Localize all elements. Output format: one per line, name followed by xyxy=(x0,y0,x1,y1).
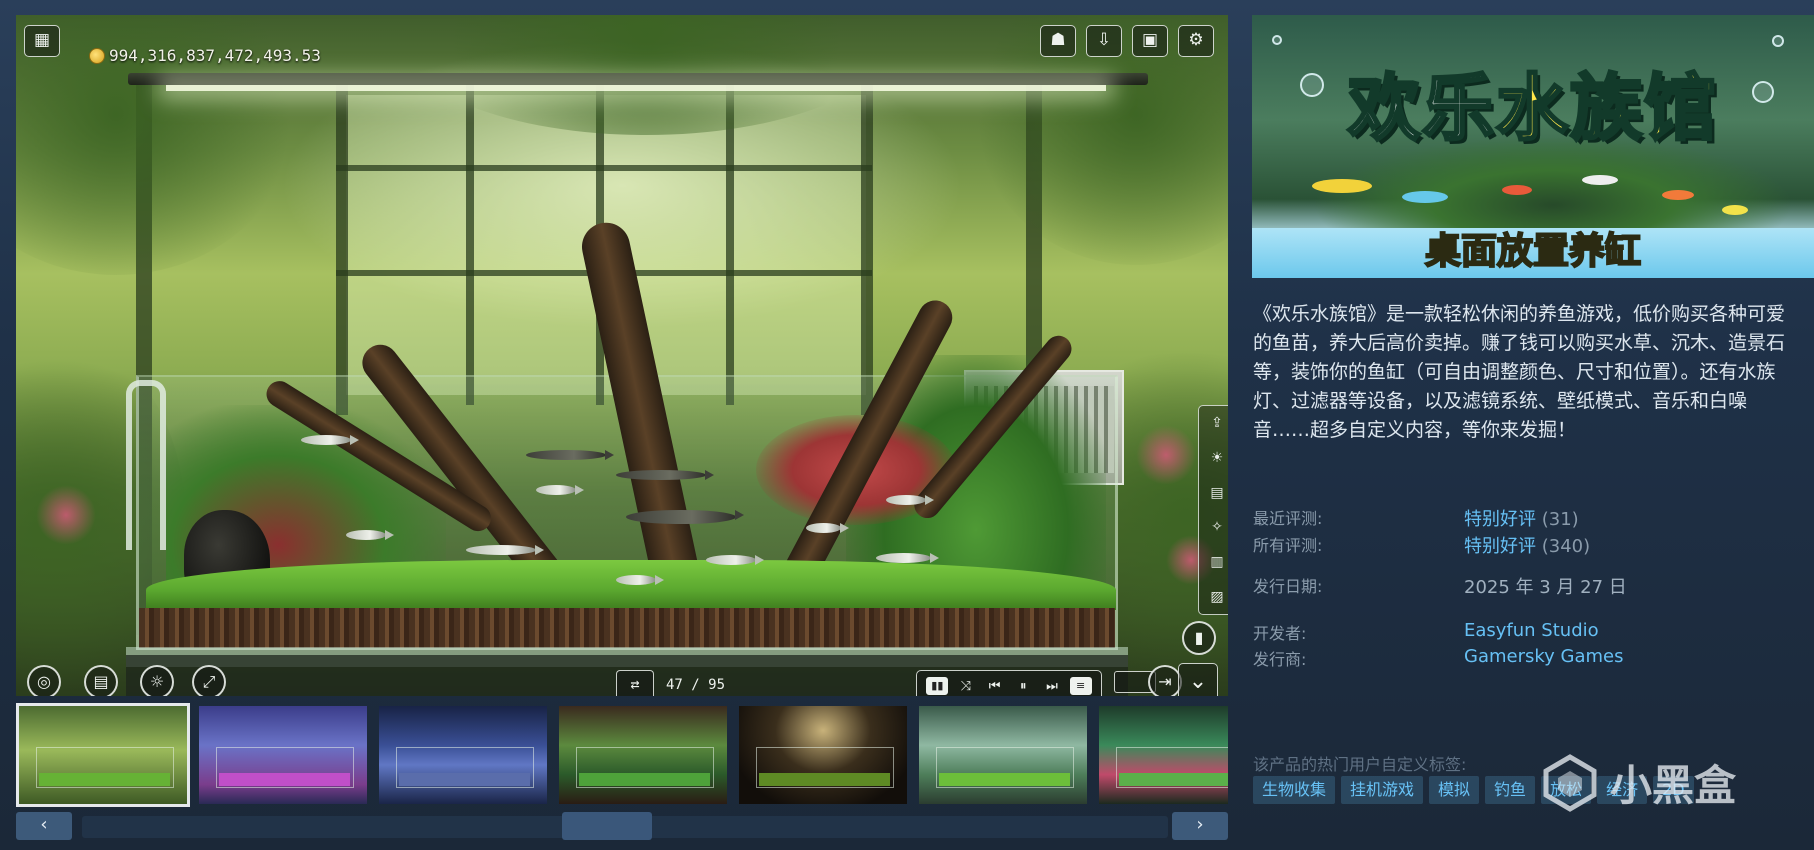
thumbnail[interactable] xyxy=(556,703,730,807)
tag[interactable]: 钓鱼 xyxy=(1485,776,1536,804)
sun-icon[interactable]: ☀ xyxy=(1207,449,1227,467)
flower xyxy=(36,485,96,545)
fish xyxy=(466,545,544,555)
publisher-link[interactable]: Gamersky Games xyxy=(1464,646,1624,667)
tank-counter-value: 47 / 95 xyxy=(666,677,726,693)
fish xyxy=(706,555,764,565)
watermark-logo-icon xyxy=(1543,753,1597,812)
previous-icon[interactable]: ⏮ xyxy=(984,679,1006,694)
fish xyxy=(886,495,934,505)
bubble xyxy=(1772,35,1784,47)
film-icon[interactable]: ▣ xyxy=(1132,25,1168,57)
capsule-fish xyxy=(1582,175,1618,185)
aquarium-lamp xyxy=(128,73,1148,85)
wallpaper-icon[interactable]: ▨ xyxy=(1207,588,1227,606)
thumbnail[interactable] xyxy=(916,703,1090,807)
thumbnail[interactable] xyxy=(16,703,190,807)
fullscreen-icon[interactable]: ⤢ xyxy=(192,665,226,696)
playlist-icon[interactable]: ≡ xyxy=(1069,677,1092,695)
release-date-value: 2025 年 3 月 27 日 xyxy=(1464,577,1627,598)
thumbnail[interactable] xyxy=(376,703,550,807)
tag[interactable]: 生物收集 xyxy=(1253,776,1336,804)
chevron-right-icon[interactable]: › xyxy=(1172,812,1228,840)
water-pipe xyxy=(126,380,166,550)
media-viewer[interactable]: ▦ 994,316,837,472,493.53 ☗ ⇩ ▣ ⚙ ⇪ ☀ ▤ ✧… xyxy=(16,15,1228,696)
thumbnail[interactable] xyxy=(1096,703,1228,807)
shutter-icon[interactable]: ◎ xyxy=(27,665,61,696)
capsule-subtitle: 桌面放置养缸 xyxy=(1424,230,1642,273)
developer-link[interactable]: Easyfun Studio xyxy=(1464,620,1599,641)
window-icon[interactable]: ▥ xyxy=(1207,553,1227,571)
chevron-left-icon[interactable]: ‹ xyxy=(16,812,72,840)
capsule-fish xyxy=(1312,179,1372,193)
tag[interactable]: 挂机游戏 xyxy=(1341,776,1424,804)
fish xyxy=(536,485,584,495)
aquarium-icon[interactable]: ▤ xyxy=(84,665,118,696)
substrate xyxy=(139,608,1115,648)
lamp-glow xyxy=(166,85,1106,91)
pause-icon[interactable]: ⏸ xyxy=(1012,679,1034,694)
thumbnail-strip xyxy=(16,703,1228,807)
publisher-label: 发行商: xyxy=(1253,650,1307,669)
upload-icon[interactable]: ⇪ xyxy=(1207,414,1227,432)
thumbnail[interactable] xyxy=(736,703,910,807)
exit-icon[interactable]: ⇥ xyxy=(1148,665,1182,696)
lightbulb-icon[interactable]: ☼ xyxy=(140,665,174,696)
bubble xyxy=(1272,35,1282,45)
music-player: ▮▮ ⤨ ⏮ ⏸ ⏭ ≡ xyxy=(916,670,1102,696)
watermark-text: 小黑盒 xyxy=(1610,761,1737,810)
capsule-fish xyxy=(1722,205,1748,215)
flower xyxy=(1136,425,1196,485)
coin-balance: 994,316,837,472,493.53 xyxy=(89,46,321,65)
coin-balance-value: 994,316,837,472,493.53 xyxy=(109,46,321,65)
all-reviews-value[interactable]: 特别好评 (340) xyxy=(1464,532,1590,558)
capsule-fish xyxy=(1662,190,1694,200)
next-icon[interactable]: ⏭ xyxy=(1041,679,1063,694)
sparkle-icon[interactable]: ✧ xyxy=(1207,518,1227,536)
side-toolbar: ⇪ ☀ ▤ ✧ ▥ ▨ xyxy=(1198,405,1228,615)
gamepad-icon[interactable]: ☗ xyxy=(1040,25,1076,57)
fish xyxy=(626,510,744,524)
fish xyxy=(806,523,849,533)
all-reviews-label: 所有评测: xyxy=(1253,536,1323,555)
coin-icon xyxy=(89,47,105,64)
game-capsule-image: 欢乐水族馆 桌面放置养缸 xyxy=(1252,15,1814,278)
fish xyxy=(616,470,714,480)
equalizer-icon[interactable]: ▮▮ xyxy=(926,677,949,695)
game-description: 《欢乐水族馆》是一款轻松休闲的养鱼游戏，低价购买各种可爱的鱼苗，养大后高价卖掉。… xyxy=(1253,303,1786,441)
tag[interactable]: 模拟 xyxy=(1429,776,1480,804)
window-frame xyxy=(336,75,348,415)
window-frame xyxy=(336,165,872,171)
switch-tank-icon[interactable]: ⇄ xyxy=(616,670,654,696)
fish xyxy=(616,575,664,585)
gallery-icon[interactable]: ▦ xyxy=(24,25,60,57)
carpet-grass xyxy=(146,560,1116,610)
fish xyxy=(346,530,394,540)
capsule-fish xyxy=(1502,185,1532,195)
download-icon[interactable]: ⇩ xyxy=(1086,25,1122,57)
watermark: 小黑盒 xyxy=(1540,752,1736,813)
capsule-title: 欢乐水族馆 xyxy=(1346,65,1719,152)
thumbnail[interactable] xyxy=(196,703,370,807)
scroll-thumb[interactable] xyxy=(562,812,652,840)
capsule-fish xyxy=(1402,191,1448,203)
recent-reviews-value[interactable]: 特别好评 (31) xyxy=(1464,505,1579,531)
gear-icon[interactable]: ⚙ xyxy=(1178,25,1214,57)
fish xyxy=(876,553,939,563)
shuffle-icon[interactable]: ⤨ xyxy=(955,679,977,694)
tags-label: 该产品的热门用户自定义标签: xyxy=(1253,755,1467,774)
image-icon[interactable]: ▤ xyxy=(1207,484,1227,502)
developer-label: 开发者: xyxy=(1253,624,1307,643)
chart-icon[interactable]: ▮ xyxy=(1182,621,1216,655)
fish xyxy=(301,435,359,445)
tank-counter: ⇄ 47 / 95 xyxy=(616,670,725,696)
recent-reviews-label: 最近评测: xyxy=(1253,509,1323,528)
fish xyxy=(526,450,614,460)
collapse-icon[interactable]: ⌄ xyxy=(1178,663,1218,696)
window-frame xyxy=(466,75,474,405)
release-date-label: 发行日期: xyxy=(1253,577,1323,596)
thumbnail-scroller: ‹ › xyxy=(16,812,1228,842)
